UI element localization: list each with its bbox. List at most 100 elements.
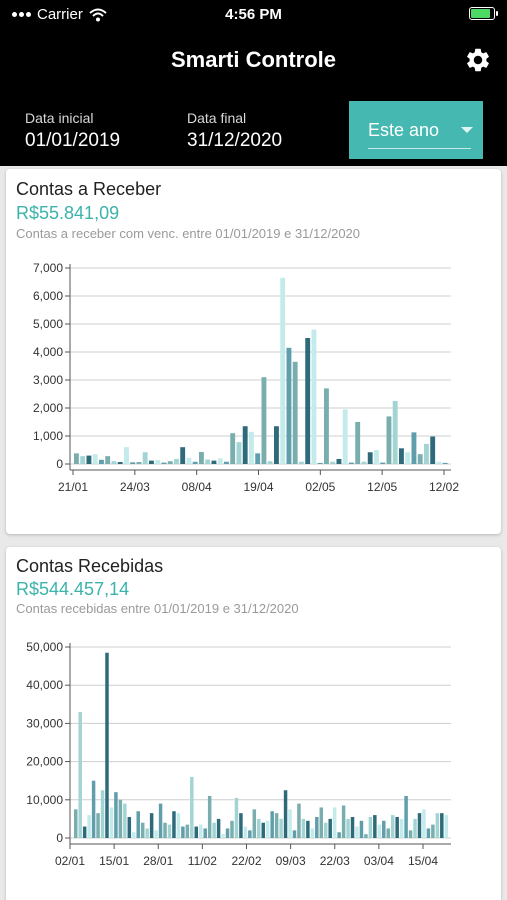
chart-bar[interactable]	[440, 813, 444, 838]
chart-bar[interactable]	[180, 447, 186, 464]
chart-bar[interactable]	[212, 822, 216, 838]
chart-bar[interactable]	[386, 828, 390, 838]
chart-bar[interactable]	[145, 828, 149, 838]
end-date-field[interactable]: Data final 31/12/2020	[187, 110, 282, 152]
chart-bar[interactable]	[91, 780, 96, 838]
chart-bar[interactable]	[127, 816, 132, 838]
chart-bar[interactable]	[114, 792, 118, 838]
chart-bar[interactable]	[194, 826, 199, 838]
chart-bar[interactable]	[342, 409, 348, 464]
chart-bar[interactable]	[324, 388, 329, 464]
chart-bar[interactable]	[99, 459, 104, 464]
chart-bar[interactable]	[74, 809, 78, 838]
chart-bar[interactable]	[96, 813, 100, 838]
chart-bar[interactable]	[386, 416, 392, 464]
chart-bar[interactable]	[435, 813, 440, 838]
chart-bar[interactable]	[355, 422, 361, 464]
chart-bar[interactable]	[255, 453, 261, 464]
chart-bar[interactable]	[261, 822, 265, 838]
chart-bar[interactable]	[261, 377, 267, 464]
chart-bar[interactable]	[225, 828, 230, 838]
chart-bar[interactable]	[274, 813, 279, 838]
chart-bar[interactable]	[270, 811, 274, 838]
chart-bar[interactable]	[288, 809, 292, 838]
chart-bar[interactable]	[390, 815, 395, 838]
chart-bar[interactable]	[337, 832, 341, 838]
chart-bar[interactable]	[221, 834, 225, 838]
chart-bar[interactable]	[239, 813, 243, 838]
chart-bar[interactable]	[361, 461, 367, 464]
chart-bar[interactable]	[149, 813, 154, 838]
chart-bar[interactable]	[92, 454, 98, 464]
chart-bar[interactable]	[176, 813, 181, 838]
chart-bar[interactable]	[216, 818, 221, 838]
chart-bar[interactable]	[364, 834, 368, 838]
chart-bar[interactable]	[192, 461, 198, 464]
chart-bar[interactable]	[424, 443, 429, 464]
chart-bar[interactable]	[382, 820, 386, 838]
chart-bar[interactable]	[203, 828, 207, 838]
chart-bar[interactable]	[136, 811, 140, 838]
chart-bar[interactable]	[328, 818, 332, 838]
chart-bar[interactable]	[86, 455, 92, 464]
chart-bar[interactable]	[380, 462, 386, 464]
chart-bar[interactable]	[310, 828, 315, 838]
chart-bar[interactable]	[172, 811, 176, 838]
chart-bar[interactable]	[283, 790, 288, 838]
chart-bar[interactable]	[392, 401, 398, 464]
chart-bar[interactable]	[346, 818, 350, 838]
chart-bar[interactable]	[243, 826, 248, 838]
chart-bar[interactable]	[417, 813, 422, 838]
start-date-field[interactable]: Data inicial 01/01/2019	[25, 110, 120, 152]
chart-bar[interactable]	[185, 824, 190, 838]
chart-bar[interactable]	[279, 818, 283, 838]
chart-bar[interactable]	[123, 803, 127, 838]
gear-icon[interactable]	[464, 46, 492, 74]
chart-bar[interactable]	[242, 426, 248, 464]
chart-bar[interactable]	[161, 462, 167, 464]
chart-bar[interactable]	[411, 432, 417, 464]
chart-bar[interactable]	[377, 824, 382, 838]
chart-bar[interactable]	[430, 436, 436, 464]
chart-bar[interactable]	[82, 826, 87, 838]
chart-bar[interactable]	[317, 462, 323, 464]
chart-bar[interactable]	[404, 795, 408, 838]
chart-bar[interactable]	[74, 453, 79, 464]
chart-bar[interactable]	[422, 809, 426, 838]
chart-bar[interactable]	[413, 818, 417, 838]
chart-bar[interactable]	[234, 797, 239, 838]
chart-bar[interactable]	[252, 809, 257, 838]
chart-bar[interactable]	[186, 457, 192, 464]
chart-bar[interactable]	[207, 795, 212, 838]
chart-bar[interactable]	[111, 461, 117, 464]
chart-bar[interactable]	[257, 818, 261, 838]
chart-bar[interactable]	[405, 452, 411, 464]
chart-bar[interactable]	[431, 824, 435, 838]
chart-bar[interactable]	[78, 711, 82, 838]
chart-bar[interactable]	[167, 461, 173, 464]
chart-bar[interactable]	[199, 451, 204, 464]
chart-bar[interactable]	[249, 431, 254, 464]
chart-bar[interactable]	[399, 818, 404, 838]
chart-bar[interactable]	[80, 456, 86, 464]
chart-bar[interactable]	[341, 805, 346, 838]
chart-bar[interactable]	[190, 776, 194, 838]
chart-bar[interactable]	[267, 461, 273, 464]
chart-bar[interactable]	[230, 433, 236, 464]
chart-bar[interactable]	[105, 652, 109, 838]
chart-bar[interactable]	[395, 816, 399, 838]
chart-bar[interactable]	[292, 361, 298, 464]
chart-bar[interactable]	[265, 820, 270, 838]
chart-bar[interactable]	[167, 824, 172, 838]
chart-bar[interactable]	[142, 452, 148, 464]
chart-bar[interactable]	[280, 277, 286, 464]
chart-bar[interactable]	[87, 815, 91, 838]
period-select[interactable]: Este ano	[349, 101, 483, 159]
chart-bar[interactable]	[181, 826, 185, 838]
chart-bar[interactable]	[155, 460, 161, 464]
chart-bar[interactable]	[315, 816, 319, 838]
chart-bar[interactable]	[163, 822, 167, 838]
chart-bar[interactable]	[374, 450, 379, 464]
chart-bar[interactable]	[367, 452, 373, 464]
chart-bar[interactable]	[211, 460, 217, 464]
